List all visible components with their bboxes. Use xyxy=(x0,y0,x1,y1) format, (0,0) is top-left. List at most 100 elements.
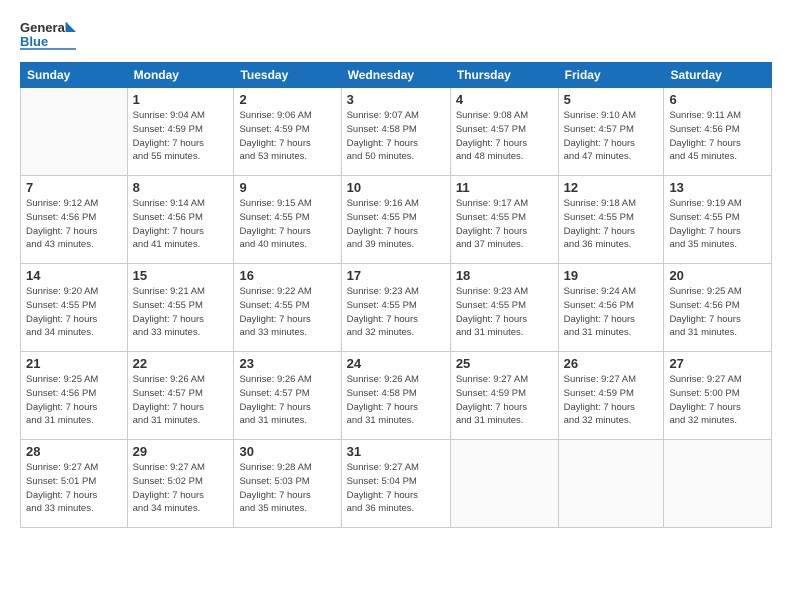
calendar-cell: 31 Sunrise: 9:27 AM Sunset: 5:04 PM Dayli… xyxy=(341,440,450,528)
day-info: Sunrise: 9:11 AM Sunset: 4:56 PM Dayligh… xyxy=(669,109,766,164)
day-number: 3 xyxy=(347,92,445,107)
calendar-cell: 20Sunrise: 9:25 AM Sunset: 4:56 PM Dayli… xyxy=(664,264,772,352)
calendar-cell xyxy=(21,88,128,176)
calendar-cell: 18Sunrise: 9:23 AM Sunset: 4:55 PM Dayli… xyxy=(450,264,558,352)
week-row-3: 14Sunrise: 9:20 AM Sunset: 4:55 PM Dayli… xyxy=(21,264,772,352)
calendar-table: SundayMondayTuesdayWednesdayThursdayFrid… xyxy=(20,62,772,528)
calendar-cell: 28 Sunrise: 9:27 AM Sunset: 5:01 PM Dayli… xyxy=(21,440,128,528)
day-number: 9 xyxy=(239,180,335,195)
day-number: 16 xyxy=(239,268,335,283)
day-number: 18 xyxy=(456,268,553,283)
weekday-header-thursday: Thursday xyxy=(450,63,558,88)
calendar-cell xyxy=(558,440,664,528)
calendar-cell: 27 Sunrise: 9:27 AM Sunset: 5:00 PM Dayli… xyxy=(664,352,772,440)
day-number: 10 xyxy=(347,180,445,195)
day-number: 6 xyxy=(669,92,766,107)
day-number: 13 xyxy=(669,180,766,195)
calendar-cell: 30Sunrise: 9:28 AM Sunset: 5:03 PM Dayli… xyxy=(234,440,341,528)
day-number: 30 xyxy=(239,444,335,459)
day-info: Sunrise: 9:27 AM Sunset: 4:59 PM Dayligh… xyxy=(456,373,553,428)
day-info: Sunrise: 9:08 AM Sunset: 4:57 PM Dayligh… xyxy=(456,109,553,164)
day-number: 24 xyxy=(347,356,445,371)
calendar-cell: 1 Sunrise: 9:04 AM Sunset: 4:59 PM Daylig… xyxy=(127,88,234,176)
calendar-cell: 11Sunrise: 9:17 AM Sunset: 4:55 PM Dayli… xyxy=(450,176,558,264)
day-number: 23 xyxy=(239,356,335,371)
week-row-5: 28 Sunrise: 9:27 AM Sunset: 5:01 PM Dayli… xyxy=(21,440,772,528)
day-number: 27 xyxy=(669,356,766,371)
day-number: 5 xyxy=(564,92,659,107)
day-number: 8 xyxy=(133,180,229,195)
day-number: 2 xyxy=(239,92,335,107)
calendar-cell xyxy=(664,440,772,528)
calendar-cell: 12Sunrise: 9:18 AM Sunset: 4:55 PM Dayli… xyxy=(558,176,664,264)
calendar-cell: 21 Sunrise: 9:25 AM Sunset: 4:56 PM Dayli… xyxy=(21,352,128,440)
weekday-header-saturday: Saturday xyxy=(664,63,772,88)
calendar-cell: 15 Sunrise: 9:21 AM Sunset: 4:55 PM Dayli… xyxy=(127,264,234,352)
svg-text:Blue: Blue xyxy=(20,34,48,49)
day-info: Sunrise: 9:27 AM Sunset: 5:04 PM Dayligh… xyxy=(347,461,445,516)
weekday-header-tuesday: Tuesday xyxy=(234,63,341,88)
day-info: Sunrise: 9:04 AM Sunset: 4:59 PM Dayligh… xyxy=(133,109,229,164)
calendar-cell: 29 Sunrise: 9:27 AM Sunset: 5:02 PM Dayli… xyxy=(127,440,234,528)
logo: GeneralBlue xyxy=(20,16,80,52)
week-row-4: 21 Sunrise: 9:25 AM Sunset: 4:56 PM Dayli… xyxy=(21,352,772,440)
day-number: 26 xyxy=(564,356,659,371)
day-info: Sunrise: 9:26 AM Sunset: 4:57 PM Dayligh… xyxy=(239,373,335,428)
logo-svg: GeneralBlue xyxy=(20,16,80,52)
day-info: Sunrise: 9:06 AM Sunset: 4:59 PM Dayligh… xyxy=(239,109,335,164)
weekday-header-wednesday: Wednesday xyxy=(341,63,450,88)
calendar-cell: 17Sunrise: 9:23 AM Sunset: 4:55 PM Dayli… xyxy=(341,264,450,352)
day-number: 1 xyxy=(133,92,229,107)
day-info: Sunrise: 9:27 AM Sunset: 5:00 PM Dayligh… xyxy=(669,373,766,428)
week-row-1: 1 Sunrise: 9:04 AM Sunset: 4:59 PM Daylig… xyxy=(21,88,772,176)
calendar-cell: 4 Sunrise: 9:08 AM Sunset: 4:57 PM Daylig… xyxy=(450,88,558,176)
calendar-cell: 16 Sunrise: 9:22 AM Sunset: 4:55 PM Dayli… xyxy=(234,264,341,352)
day-number: 19 xyxy=(564,268,659,283)
weekday-header-friday: Friday xyxy=(558,63,664,88)
calendar-cell: 25 Sunrise: 9:27 AM Sunset: 4:59 PM Dayli… xyxy=(450,352,558,440)
week-row-2: 7 Sunrise: 9:12 AM Sunset: 4:56 PM Daylig… xyxy=(21,176,772,264)
day-info: Sunrise: 9:27 AM Sunset: 5:01 PM Dayligh… xyxy=(26,461,122,516)
svg-text:General: General xyxy=(20,20,68,35)
calendar-cell xyxy=(450,440,558,528)
day-info: Sunrise: 9:27 AM Sunset: 4:59 PM Dayligh… xyxy=(564,373,659,428)
calendar-cell: 7 Sunrise: 9:12 AM Sunset: 4:56 PM Daylig… xyxy=(21,176,128,264)
day-number: 14 xyxy=(26,268,122,283)
day-number: 28 xyxy=(26,444,122,459)
calendar-cell: 26 Sunrise: 9:27 AM Sunset: 4:59 PM Dayli… xyxy=(558,352,664,440)
day-number: 11 xyxy=(456,180,553,195)
day-number: 29 xyxy=(133,444,229,459)
weekday-header-sunday: Sunday xyxy=(21,63,128,88)
day-info: Sunrise: 9:25 AM Sunset: 4:56 PM Dayligh… xyxy=(669,285,766,340)
day-info: Sunrise: 9:19 AM Sunset: 4:55 PM Dayligh… xyxy=(669,197,766,252)
calendar-cell: 10 Sunrise: 9:16 AM Sunset: 4:55 PM Dayli… xyxy=(341,176,450,264)
day-info: Sunrise: 9:16 AM Sunset: 4:55 PM Dayligh… xyxy=(347,197,445,252)
calendar-cell: 5 Sunrise: 9:10 AM Sunset: 4:57 PM Daylig… xyxy=(558,88,664,176)
day-info: Sunrise: 9:18 AM Sunset: 4:55 PM Dayligh… xyxy=(564,197,659,252)
day-number: 21 xyxy=(26,356,122,371)
calendar-cell: 3Sunrise: 9:07 AM Sunset: 4:58 PM Daylig… xyxy=(341,88,450,176)
day-info: Sunrise: 9:12 AM Sunset: 4:56 PM Dayligh… xyxy=(26,197,122,252)
day-info: Sunrise: 9:22 AM Sunset: 4:55 PM Dayligh… xyxy=(239,285,335,340)
day-info: Sunrise: 9:26 AM Sunset: 4:57 PM Dayligh… xyxy=(133,373,229,428)
day-info: Sunrise: 9:25 AM Sunset: 4:56 PM Dayligh… xyxy=(26,373,122,428)
day-info: Sunrise: 9:24 AM Sunset: 4:56 PM Dayligh… xyxy=(564,285,659,340)
day-info: Sunrise: 9:10 AM Sunset: 4:57 PM Dayligh… xyxy=(564,109,659,164)
day-info: Sunrise: 9:26 AM Sunset: 4:58 PM Dayligh… xyxy=(347,373,445,428)
calendar-cell: 13 Sunrise: 9:19 AM Sunset: 4:55 PM Dayli… xyxy=(664,176,772,264)
calendar-cell: 14Sunrise: 9:20 AM Sunset: 4:55 PM Dayli… xyxy=(21,264,128,352)
day-info: Sunrise: 9:14 AM Sunset: 4:56 PM Dayligh… xyxy=(133,197,229,252)
day-info: Sunrise: 9:15 AM Sunset: 4:55 PM Dayligh… xyxy=(239,197,335,252)
day-number: 4 xyxy=(456,92,553,107)
day-number: 7 xyxy=(26,180,122,195)
weekday-header-monday: Monday xyxy=(127,63,234,88)
day-info: Sunrise: 9:27 AM Sunset: 5:02 PM Dayligh… xyxy=(133,461,229,516)
day-number: 15 xyxy=(133,268,229,283)
weekday-header-row: SundayMondayTuesdayWednesdayThursdayFrid… xyxy=(21,63,772,88)
day-number: 31 xyxy=(347,444,445,459)
day-info: Sunrise: 9:21 AM Sunset: 4:55 PM Dayligh… xyxy=(133,285,229,340)
calendar-cell: 23 Sunrise: 9:26 AM Sunset: 4:57 PM Dayli… xyxy=(234,352,341,440)
day-number: 22 xyxy=(133,356,229,371)
day-number: 25 xyxy=(456,356,553,371)
calendar-cell: 2 Sunrise: 9:06 AM Sunset: 4:59 PM Daylig… xyxy=(234,88,341,176)
